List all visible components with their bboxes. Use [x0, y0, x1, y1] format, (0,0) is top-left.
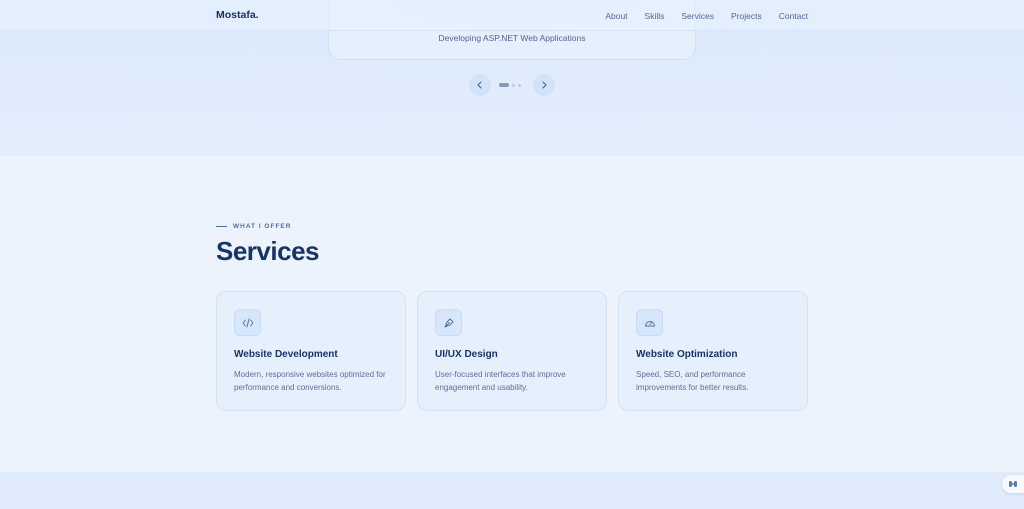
next-section — [0, 472, 1024, 509]
widget-icon — [1009, 481, 1017, 487]
navbar: Mostafa. About Skills Services Projects … — [0, 0, 1024, 31]
service-card-title: Website Development — [234, 349, 338, 360]
carousel-prev-button[interactable] — [469, 74, 491, 96]
nav-link-services[interactable]: Services — [681, 11, 714, 21]
service-card-description: Speed, SEO, and performance improvements… — [636, 370, 749, 392]
code-icon — [234, 309, 261, 336]
nav-link-projects[interactable]: Projects — [731, 11, 762, 21]
service-card-website-optimization[interactable]: Website Optimization Speed, SEO, and per… — [618, 291, 808, 411]
section-eyebrow: WHAT I OFFER — [216, 223, 291, 230]
service-cards: Website Development Modern, responsive w… — [216, 291, 808, 411]
nav-link-contact[interactable]: Contact — [779, 11, 808, 21]
service-card-description: User-focused interfaces that improve eng… — [435, 370, 566, 392]
nav-link-skills[interactable]: Skills — [645, 11, 665, 21]
service-card-ui-ux-design[interactable]: UI/UX Design User-focused interfaces tha… — [417, 291, 607, 411]
service-card-title: Website Optimization — [636, 349, 738, 360]
service-card-description: Modern, responsive websites optimized fo… — [234, 370, 386, 392]
nav-link-about[interactable]: About — [605, 11, 627, 21]
gauge-icon — [636, 309, 663, 336]
eyebrow-line — [216, 225, 227, 228]
chevron-right-icon — [542, 81, 547, 89]
carousel-dot-3[interactable] — [518, 83, 521, 87]
carousel-dots — [499, 83, 521, 87]
pen-tool-icon — [435, 309, 462, 336]
floating-widget-button[interactable] — [1002, 475, 1024, 493]
carousel-next-button[interactable] — [533, 74, 555, 96]
carousel-dot-2[interactable] — [512, 83, 515, 87]
eyebrow-text: WHAT I OFFER — [233, 223, 292, 230]
services-section: WHAT I OFFER Services Website Developmen… — [0, 156, 1024, 472]
carousel-dot-1[interactable] — [499, 83, 509, 87]
slide-caption: Developing ASP.NET Web Applications — [438, 33, 586, 43]
service-card-website-development[interactable]: Website Development Modern, responsive w… — [216, 291, 406, 411]
service-card-title: UI/UX Design — [435, 349, 498, 360]
site-logo[interactable]: Mostafa. — [216, 9, 259, 21]
nav-links: About Skills Services Projects Contact — [605, 11, 808, 21]
section-title: Services — [216, 236, 319, 266]
page: Developing ASP.NET Web Applications Most… — [0, 0, 1024, 509]
chevron-left-icon — [477, 81, 482, 89]
